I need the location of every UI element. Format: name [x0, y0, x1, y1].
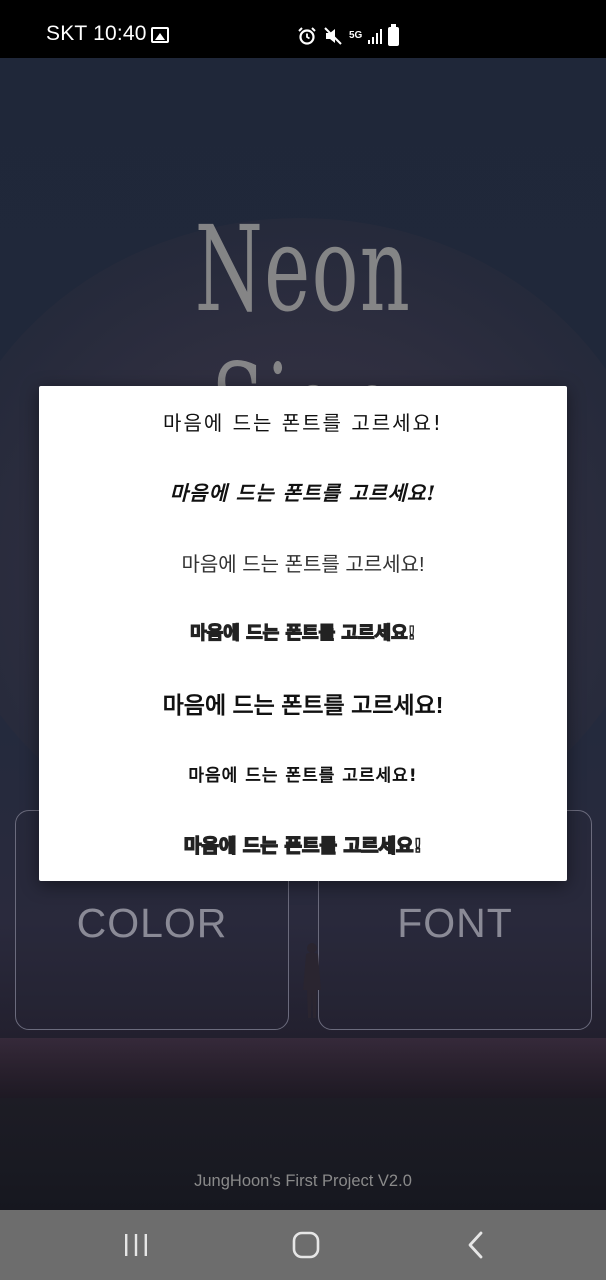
- gallery-icon: [151, 27, 169, 43]
- font-option-6[interactable]: 마음에 드는 폰트를 고르세요!: [39, 748, 567, 798]
- home-button[interactable]: [261, 1210, 351, 1280]
- ground: [0, 1098, 606, 1210]
- alarm-icon: [298, 27, 316, 45]
- back-icon: [468, 1231, 483, 1259]
- horizon: [0, 1038, 606, 1098]
- font-option-5[interactable]: 마음에 드는 폰트를 고르세요!: [39, 678, 567, 728]
- signal-icon: [368, 28, 383, 44]
- recent-apps-button[interactable]: [91, 1210, 181, 1280]
- color-button-label: COLOR: [76, 900, 228, 946]
- recent-apps-icon: [125, 1234, 147, 1256]
- font-option-2[interactable]: 마음에 드는 폰트를 고르세요!: [39, 466, 567, 516]
- back-button[interactable]: [431, 1210, 521, 1280]
- status-bar: SKT 10:40 5G: [0, 0, 606, 58]
- font-option-1[interactable]: 마음에 드는 폰트를 고르세요!: [39, 396, 567, 446]
- home-icon: [292, 1231, 320, 1259]
- font-option-4[interactable]: 마음에 드는 폰트를 고르세요!: [39, 607, 567, 657]
- person-silhouette: [303, 943, 321, 1018]
- font-option-3[interactable]: 마음에 드는 폰트를 고르세요!: [39, 537, 567, 587]
- battery-icon: [388, 23, 400, 46]
- font-option-7[interactable]: 마음에 드는 폰트를 고르세요!: [39, 819, 567, 869]
- font-button-label: FONT: [397, 900, 513, 946]
- font-select-dialog: 마음에 드는 폰트를 고르세요! 마음에 드는 폰트를 고르세요! 마음에 드는…: [39, 386, 567, 881]
- footer-credit: JungHoon's First Project V2.0: [194, 1172, 412, 1190]
- 5g-icon: 5G: [349, 30, 363, 41]
- navigation-bar: [0, 1210, 606, 1280]
- mute-icon: [324, 27, 342, 45]
- carrier-time: SKT 10:40: [46, 22, 147, 45]
- status-icons: 5G: [297, 23, 400, 48]
